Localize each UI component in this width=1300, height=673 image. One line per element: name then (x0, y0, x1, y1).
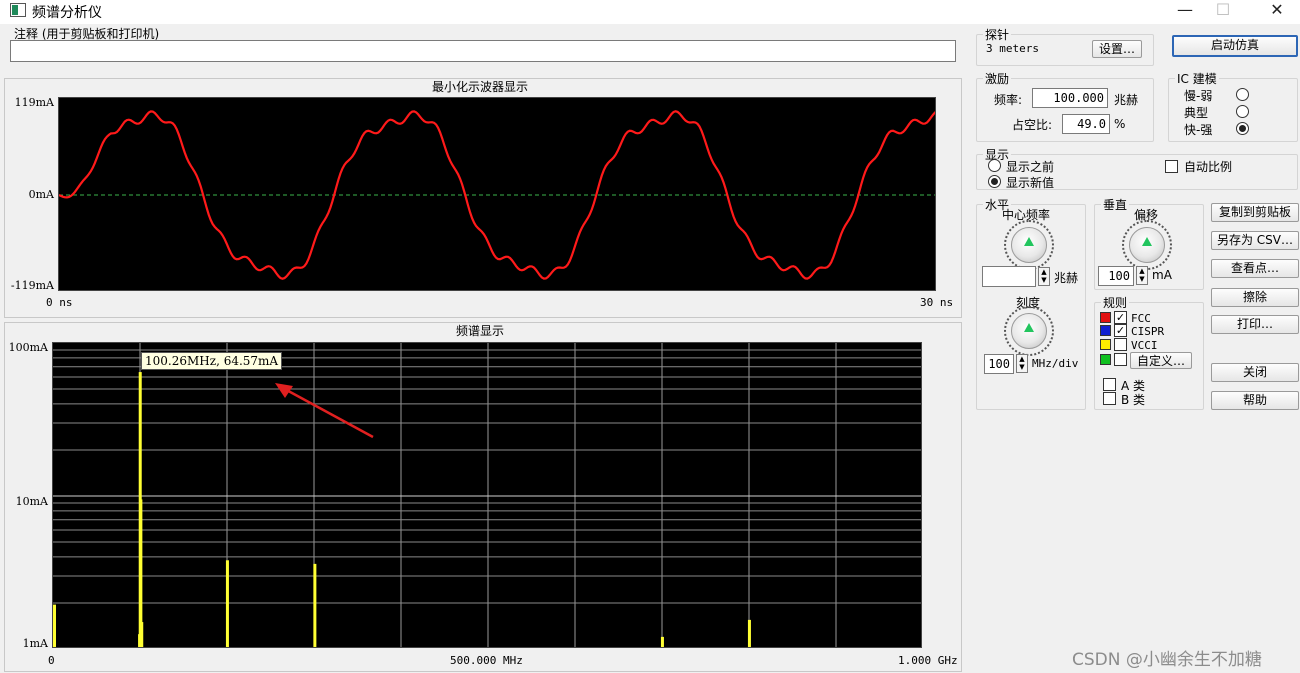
frequency-unit: 兆赫 (1114, 93, 1139, 107)
scale-unit: MHz/div (1032, 357, 1079, 370)
cispr-color-swatch (1100, 325, 1111, 336)
spectrum-y-mid: 10mA (15, 495, 48, 508)
vertical-legend: 垂直 (1103, 198, 1128, 212)
waveform-y-bottom: -119mA (10, 279, 54, 292)
duty-input[interactable]: 49.0 (1062, 114, 1110, 134)
spectrum-bar (313, 563, 317, 647)
waveform-y-top: 119mA (14, 96, 54, 109)
spectrum-bar (660, 636, 664, 647)
vcci-label: VCCI (1131, 339, 1158, 352)
ic-option-radio-typical[interactable] (1236, 105, 1249, 118)
show-new-label: 显示新值 (1006, 176, 1055, 190)
ic-option-radio-fast[interactable] (1236, 122, 1249, 135)
spectrum-x-end: 1.000 GHz (898, 654, 958, 667)
class-b-checkbox[interactable] (1103, 392, 1116, 405)
spectrum-tooltip: 100.26MHz, 64.57mA (141, 352, 283, 370)
waveform-y-mid: 0mA (28, 188, 54, 201)
ic-option-label-typical: 典型 (1184, 106, 1209, 120)
spectrum-title: 频谱显示 (455, 324, 504, 338)
print-button[interactable]: 打印… (1211, 315, 1299, 334)
spectrum-bars (53, 372, 751, 647)
custom-color-swatch (1100, 354, 1111, 365)
show-new-radio[interactable] (988, 175, 1001, 188)
duty-label: 占空比: (1012, 118, 1053, 132)
waveform-x-start: 0 ns (46, 296, 73, 309)
spectrum-bar (140, 622, 144, 647)
pointer-arrow-line (280, 385, 374, 439)
scale-spinner[interactable]: ▲ ▼ (1016, 354, 1028, 373)
ic-option-label-fast: 快-强 (1184, 123, 1213, 137)
spectrum-x-start: 0 (48, 654, 55, 667)
probe-value: 3 meters (986, 42, 1039, 55)
show-before-label: 显示之前 (1006, 160, 1055, 174)
offset-spinner[interactable]: ▲ ▼ (1136, 266, 1148, 285)
help-button[interactable]: 帮助 (1211, 391, 1299, 410)
vcci-color-swatch (1100, 339, 1111, 350)
fcc-color-swatch (1100, 312, 1111, 323)
knob-indicator-icon (1024, 237, 1034, 246)
center-frequency-input[interactable] (982, 266, 1036, 287)
cispr-checkbox[interactable]: ✓ (1114, 324, 1127, 337)
spectrum-y-bottom: 1mA (22, 637, 48, 650)
auto-scale-checkbox[interactable] (1165, 160, 1178, 173)
spectrum-x-mid: 500.000 MHz (450, 654, 523, 667)
knob-indicator-icon (1142, 237, 1152, 246)
probe-legend: 探针 (985, 28, 1010, 42)
probe-settings-button[interactable]: 设置… (1092, 40, 1142, 58)
spectrum-bar (53, 604, 56, 647)
maximize-button[interactable]: ☐ (1200, 0, 1246, 22)
offset-input[interactable]: 100 (1098, 266, 1134, 286)
show-before-radio[interactable] (988, 159, 1001, 172)
center-frequency-unit: 兆赫 (1054, 271, 1079, 285)
window-title: 频谱分析仪 (32, 5, 102, 21)
offset-unit: mA (1152, 268, 1172, 282)
start-simulation-button[interactable]: 启动仿真 (1172, 35, 1298, 57)
ic-model-legend: IC 建模 (1177, 72, 1217, 86)
close-window-button[interactable]: ✕ (1254, 0, 1300, 22)
spectrum-bar (225, 560, 229, 647)
ic-option-radio-slow[interactable] (1236, 88, 1249, 101)
erase-button[interactable]: 擦除 (1211, 288, 1299, 307)
class-a-checkbox[interactable] (1103, 378, 1116, 391)
auto-scale-label: 自动比例 (1184, 160, 1233, 174)
frequency-input[interactable]: 100.000 (1032, 88, 1108, 108)
fcc-label: FCC (1131, 312, 1151, 325)
spectrum-plot[interactable] (52, 342, 922, 648)
knob-indicator-icon (1024, 323, 1034, 332)
waveform-plot[interactable] (58, 97, 936, 291)
vcci-checkbox[interactable] (1114, 338, 1127, 351)
custom-rule-button[interactable]: 自定义… (1130, 352, 1192, 369)
spectrum-grid (53, 343, 921, 647)
duty-unit: % (1114, 117, 1126, 131)
fcc-checkbox[interactable]: ✓ (1114, 311, 1127, 324)
center-frequency-spinner[interactable]: ▲ ▼ (1038, 267, 1050, 286)
save-csv-button[interactable]: 另存为 CSV… (1211, 231, 1299, 250)
watermark: CSDN @小幽余生不加糖 (1072, 650, 1262, 670)
copy-to-clipboard-button[interactable]: 复制到剪贴板 (1211, 203, 1299, 222)
ic-option-label-slow: 慢-弱 (1184, 89, 1213, 103)
pointer-arrow-head (275, 383, 293, 398)
spectrum-y-top: 100mA (8, 341, 48, 354)
view-points-button[interactable]: 查看点… (1211, 259, 1299, 278)
class-b-label: B 类 (1121, 393, 1146, 407)
custom-checkbox[interactable] (1114, 353, 1127, 366)
rules-legend: 规则 (1103, 296, 1128, 310)
title-bar (0, 0, 1300, 24)
excitation-legend: 激励 (985, 72, 1010, 86)
frequency-label: 频率: (994, 93, 1023, 107)
annotation-input[interactable] (10, 40, 956, 62)
waveform-x-end: 30 ns (920, 296, 954, 309)
scale-input[interactable]: 100 (984, 354, 1014, 374)
close-button[interactable]: 关闭 (1211, 363, 1299, 382)
waveform-title: 最小化示波器显示 (431, 80, 528, 94)
spectrum-bar (747, 619, 751, 647)
cispr-label: CISPR (1131, 325, 1165, 338)
app-icon (10, 3, 26, 17)
